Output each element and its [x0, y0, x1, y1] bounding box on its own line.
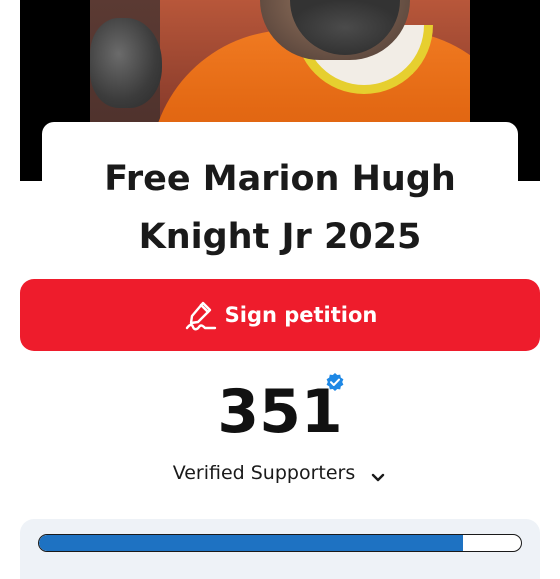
verified-badge-icon: [325, 372, 345, 392]
person-hand: [90, 18, 162, 108]
verified-supporters-label: Verified Supporters: [172, 462, 356, 484]
sign-petition-button[interactable]: Sign petition: [20, 279, 540, 351]
signature-progress-bar: [38, 534, 522, 552]
verified-supporters-toggle[interactable]: Verified Supporters: [0, 458, 560, 488]
supporter-count: 351: [217, 377, 343, 447]
petition-title: Free Marion Hugh Knight Jr 2025: [104, 159, 456, 257]
chevron-down-icon: [369, 465, 387, 483]
supporter-count-block: 351: [0, 372, 560, 452]
sign-petition-label: Sign petition: [224, 303, 378, 327]
pen-signature-icon: [183, 297, 219, 333]
signature-progress-fill: [39, 535, 464, 551]
